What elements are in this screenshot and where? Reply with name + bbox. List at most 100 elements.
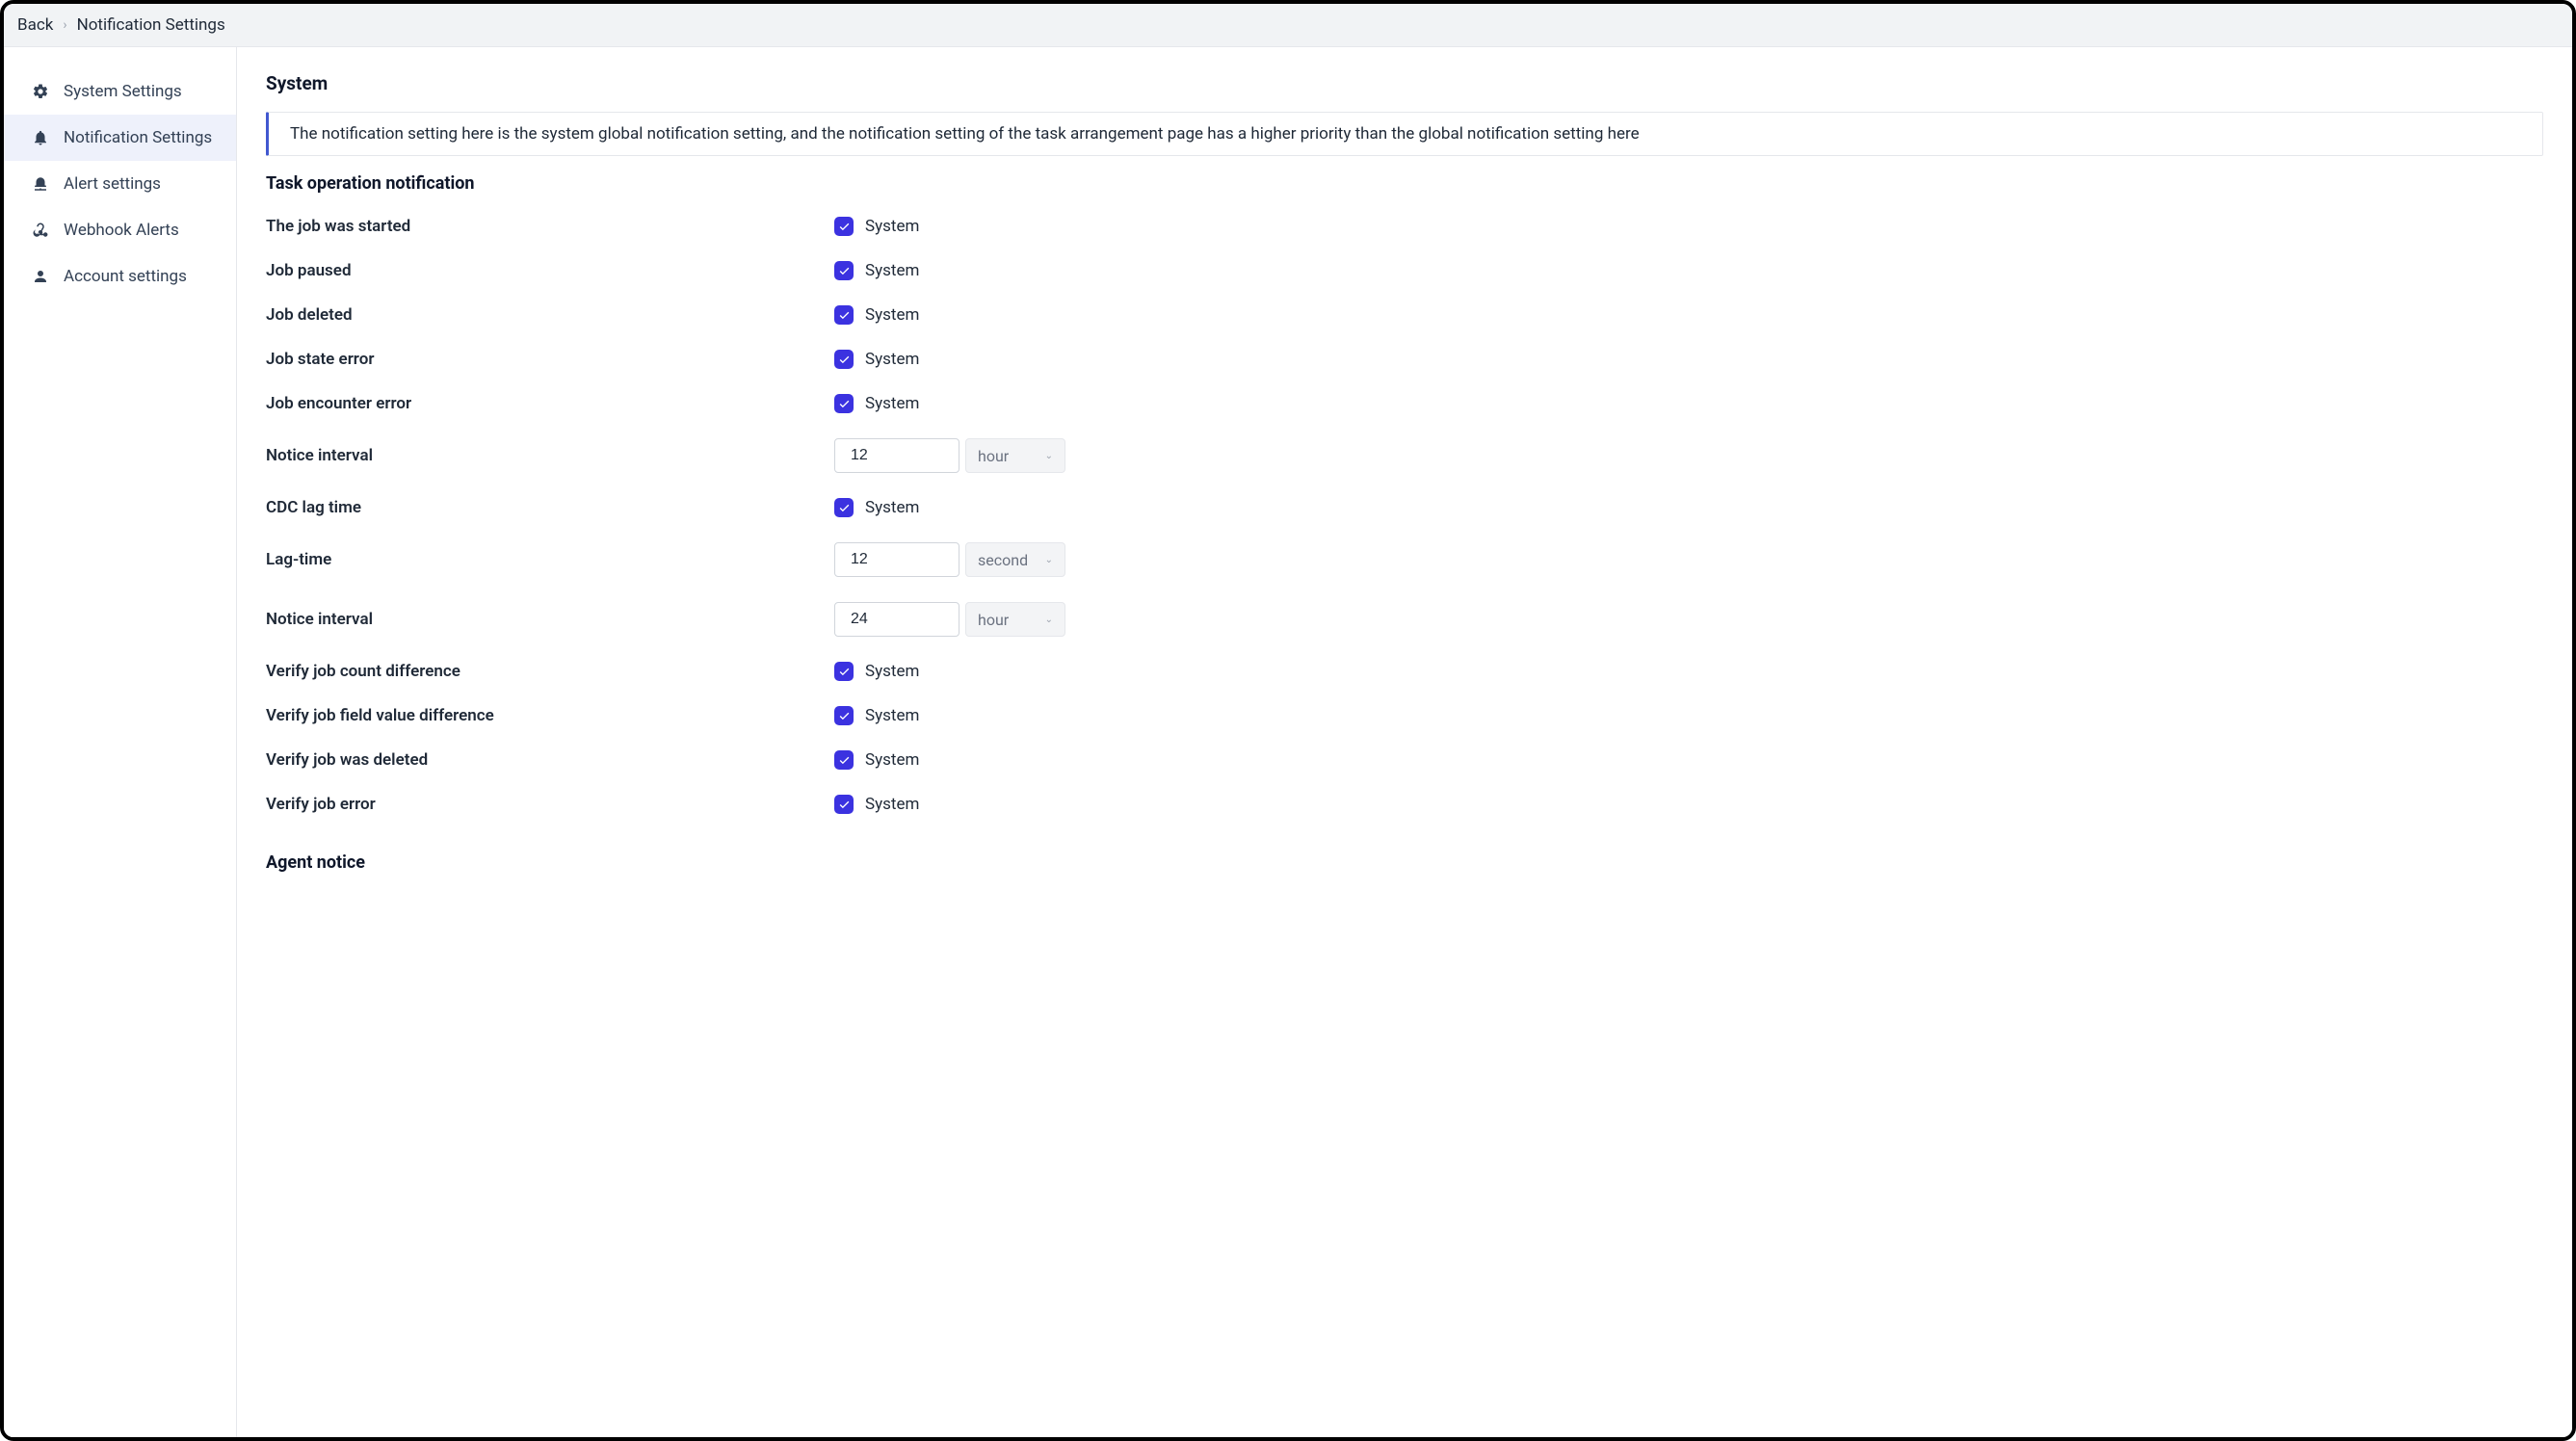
control-job-paused: System <box>834 261 919 280</box>
label-job-started: The job was started <box>266 217 834 236</box>
checkbox-cdc-lag-time[interactable] <box>834 498 854 517</box>
control-job-encounter-error: System <box>834 394 919 413</box>
checkbox-job-started[interactable] <box>834 217 854 236</box>
checkbox-verify-count-diff[interactable] <box>834 662 854 681</box>
gear-icon <box>31 82 50 101</box>
label-verify-deleted: Verify job was deleted <box>266 750 834 770</box>
chevron-down-icon: ⌄ <box>1045 555 1053 565</box>
control-verify-field-diff: System <box>834 706 919 725</box>
checkbox-label: System <box>865 662 919 681</box>
sidebar-item-system-settings[interactable]: System Settings <box>4 68 236 115</box>
checkbox-job-paused[interactable] <box>834 261 854 280</box>
checkbox-label: System <box>865 750 919 770</box>
info-banner: The notification setting here is the sys… <box>266 112 2543 156</box>
breadcrumb-current: Notification Settings <box>77 15 225 35</box>
control-lag-time: second ⌄ <box>834 542 1065 577</box>
webhook-icon <box>31 221 50 240</box>
input-notice-interval-1[interactable] <box>834 438 959 473</box>
control-verify-count-diff: System <box>834 662 919 681</box>
control-notice-interval-1: hour ⌄ <box>834 438 1065 473</box>
siren-icon <box>31 174 50 194</box>
label-job-state-error: Job state error <box>266 350 834 369</box>
sidebar-item-label: System Settings <box>64 82 182 101</box>
checkbox-label: System <box>865 706 919 725</box>
checkbox-verify-deleted[interactable] <box>834 750 854 770</box>
row-job-deleted: Job deleted System <box>266 305 2543 325</box>
row-job-state-error: Job state error System <box>266 350 2543 369</box>
main-content: System The notification setting here is … <box>237 47 2572 1437</box>
checkbox-label: System <box>865 394 919 413</box>
row-verify-field-diff: Verify job field value difference System <box>266 706 2543 725</box>
checkbox-label: System <box>865 795 919 814</box>
checkbox-label: System <box>865 350 919 369</box>
sidebar-item-label: Webhook Alerts <box>64 221 179 240</box>
body: System Settings Notification Settings Al… <box>4 47 2572 1437</box>
sidebar: System Settings Notification Settings Al… <box>4 47 237 1437</box>
row-notice-interval-2: Notice interval hour ⌄ <box>266 602 2543 637</box>
checkbox-label: System <box>865 261 919 280</box>
row-verify-count-diff: Verify job count difference System <box>266 662 2543 681</box>
select-notice-interval-1-unit[interactable]: hour ⌄ <box>965 438 1065 473</box>
chevron-down-icon: ⌄ <box>1045 615 1053 625</box>
input-lag-time[interactable] <box>834 542 959 577</box>
checkbox-label: System <box>865 217 919 236</box>
row-lag-time: Lag-time second ⌄ <box>266 542 2543 577</box>
checkbox-label: System <box>865 498 919 517</box>
row-notice-interval-1: Notice interval hour ⌄ <box>266 438 2543 473</box>
sidebar-item-label: Alert settings <box>64 174 161 194</box>
row-job-started: The job was started System <box>266 217 2543 236</box>
sidebar-item-alert-settings[interactable]: Alert settings <box>4 161 236 207</box>
sidebar-item-label: Account settings <box>64 267 187 286</box>
sub-title-task-notification: Task operation notification <box>266 173 2543 194</box>
row-cdc-lag-time: CDC lag time System <box>266 498 2543 517</box>
control-notice-interval-2: hour ⌄ <box>834 602 1065 637</box>
label-job-deleted: Job deleted <box>266 305 834 325</box>
row-verify-deleted: Verify job was deleted System <box>266 750 2543 770</box>
sidebar-item-webhook-alerts[interactable]: Webhook Alerts <box>4 207 236 253</box>
info-text: The notification setting here is the sys… <box>290 124 1640 144</box>
label-job-paused: Job paused <box>266 261 834 280</box>
app-frame: Back › Notification Settings System Sett… <box>0 0 2576 1441</box>
user-icon <box>31 267 50 286</box>
label-notice-interval-1: Notice interval <box>266 446 834 465</box>
section-title: System <box>266 72 2543 94</box>
control-cdc-lag-time: System <box>834 498 919 517</box>
label-verify-count-diff: Verify job count difference <box>266 662 834 681</box>
label-verify-field-diff: Verify job field value difference <box>266 706 834 725</box>
checkbox-verify-field-diff[interactable] <box>834 706 854 725</box>
row-job-paused: Job paused System <box>266 261 2543 280</box>
bell-icon <box>31 128 50 147</box>
sidebar-item-notification-settings[interactable]: Notification Settings <box>4 115 236 161</box>
label-notice-interval-2: Notice interval <box>266 610 834 629</box>
chevron-down-icon: ⌄ <box>1045 451 1053 461</box>
unit-label: hour <box>978 447 1009 465</box>
control-job-started: System <box>834 217 919 236</box>
sidebar-item-label: Notification Settings <box>64 128 212 147</box>
select-lag-time-unit[interactable]: second ⌄ <box>965 542 1065 577</box>
breadcrumb: Back › Notification Settings <box>4 4 2572 47</box>
checkbox-job-state-error[interactable] <box>834 350 854 369</box>
input-notice-interval-2[interactable] <box>834 602 959 637</box>
control-verify-deleted: System <box>834 750 919 770</box>
unit-label: second <box>978 551 1028 569</box>
label-verify-error: Verify job error <box>266 795 834 814</box>
label-cdc-lag-time: CDC lag time <box>266 498 834 517</box>
unit-label: hour <box>978 611 1009 629</box>
select-notice-interval-2-unit[interactable]: hour ⌄ <box>965 602 1065 637</box>
label-lag-time: Lag-time <box>266 550 834 569</box>
row-job-encounter-error: Job encounter error System <box>266 394 2543 413</box>
sidebar-item-account-settings[interactable]: Account settings <box>4 253 236 300</box>
row-verify-error: Verify job error System <box>266 795 2543 814</box>
agent-section: Agent notice <box>266 852 2543 873</box>
checkbox-verify-error[interactable] <box>834 795 854 814</box>
checkbox-job-deleted[interactable] <box>834 305 854 325</box>
control-verify-error: System <box>834 795 919 814</box>
control-job-deleted: System <box>834 305 919 325</box>
control-job-state-error: System <box>834 350 919 369</box>
chevron-right-icon: › <box>63 17 66 33</box>
checkbox-label: System <box>865 305 919 325</box>
sub-title-agent-notice: Agent notice <box>266 852 2543 873</box>
label-job-encounter-error: Job encounter error <box>266 394 834 413</box>
checkbox-job-encounter-error[interactable] <box>834 394 854 413</box>
back-link[interactable]: Back <box>17 15 53 35</box>
